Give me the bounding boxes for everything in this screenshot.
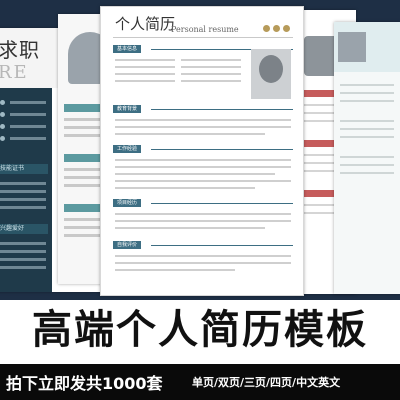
text-line — [0, 190, 46, 193]
text-line — [115, 180, 291, 182]
resume-template-card-main: 个人简历 Personal resume 基本信息 教育背景 工作经验 项目经历 — [100, 6, 304, 296]
text-line — [115, 173, 275, 175]
text-line — [10, 113, 46, 116]
portrait-icon — [259, 55, 283, 83]
text-line — [10, 125, 46, 128]
section-heading: 教育背景 — [113, 105, 142, 113]
text-line — [115, 159, 291, 161]
template-heading-en: RE — [0, 62, 29, 83]
contact-icons — [263, 17, 293, 36]
text-line — [340, 128, 394, 130]
contact-dot-icon — [0, 124, 5, 129]
text-line — [340, 136, 394, 138]
text-line — [340, 100, 394, 102]
bottom-promo-bar: 拍下立即发共1000套 单页/双页/三页/四页/中文英文 — [0, 364, 400, 400]
section-rule — [151, 109, 293, 110]
text-line — [340, 84, 394, 86]
banner-title: 高端个人简历模板 — [32, 307, 368, 353]
text-line — [115, 269, 235, 271]
text-line — [115, 262, 291, 264]
section-rule — [151, 203, 293, 204]
text-line — [115, 187, 255, 189]
template-sidebar: 技能证书 兴趣爱好 — [0, 88, 52, 292]
text-line — [10, 101, 46, 104]
text-line — [115, 213, 291, 215]
section-heading: 基本信息 — [113, 45, 142, 53]
resume-template-card-mint — [334, 22, 400, 294]
text-line — [340, 156, 394, 158]
text-line — [340, 92, 394, 94]
contact-dot-icon — [0, 136, 5, 141]
text-line — [10, 137, 46, 140]
section-rule — [151, 245, 293, 246]
text-line — [181, 80, 241, 82]
resume-title-en: Personal resume — [171, 25, 239, 34]
text-line — [115, 119, 291, 121]
promo-tags: 单页/双页/三页/四页/中文英文 — [192, 376, 341, 389]
text-line — [115, 126, 291, 128]
resume-title: 个人简历 — [115, 15, 176, 33]
section-label: 兴趣爱好 — [0, 224, 48, 234]
text-line — [115, 255, 291, 257]
text-line — [340, 172, 394, 174]
text-line — [115, 66, 175, 68]
section-heading: 自我评价 — [113, 241, 142, 249]
section-heading: 项目经历 — [113, 199, 142, 207]
text-line — [115, 59, 175, 61]
text-line — [115, 166, 291, 168]
text-line — [181, 66, 241, 68]
text-line — [340, 164, 394, 166]
text-line — [115, 227, 265, 229]
text-line — [0, 198, 46, 201]
text-line — [181, 59, 241, 61]
section-heading: 工作经验 — [113, 145, 142, 153]
template-preview-collage: 求职 RE 技能证书 兴趣爱好 个人简历 Personal resume 基本信… — [0, 0, 400, 300]
text-line — [0, 242, 46, 245]
template-heading: 求职 — [0, 38, 40, 62]
text-line — [115, 80, 175, 82]
title-underline — [113, 37, 293, 38]
text-line — [0, 250, 46, 253]
promo-main-text: 拍下立即发共1000套 — [6, 374, 163, 393]
phone-icon — [263, 25, 270, 32]
mail-icon — [273, 25, 280, 32]
section-label: 技能证书 — [0, 164, 48, 174]
section-rule — [151, 149, 293, 150]
text-line — [115, 133, 265, 135]
text-line — [0, 258, 46, 261]
photo-placeholder — [338, 32, 366, 62]
location-icon — [283, 25, 290, 32]
text-line — [181, 73, 241, 75]
photo-placeholder — [251, 49, 291, 99]
text-line — [115, 73, 175, 75]
text-line — [115, 220, 291, 222]
text-line — [0, 266, 46, 269]
contact-dot-icon — [0, 112, 5, 117]
text-line — [0, 206, 46, 209]
contact-dot-icon — [0, 100, 5, 105]
text-line — [0, 182, 46, 185]
text-line — [340, 120, 394, 122]
